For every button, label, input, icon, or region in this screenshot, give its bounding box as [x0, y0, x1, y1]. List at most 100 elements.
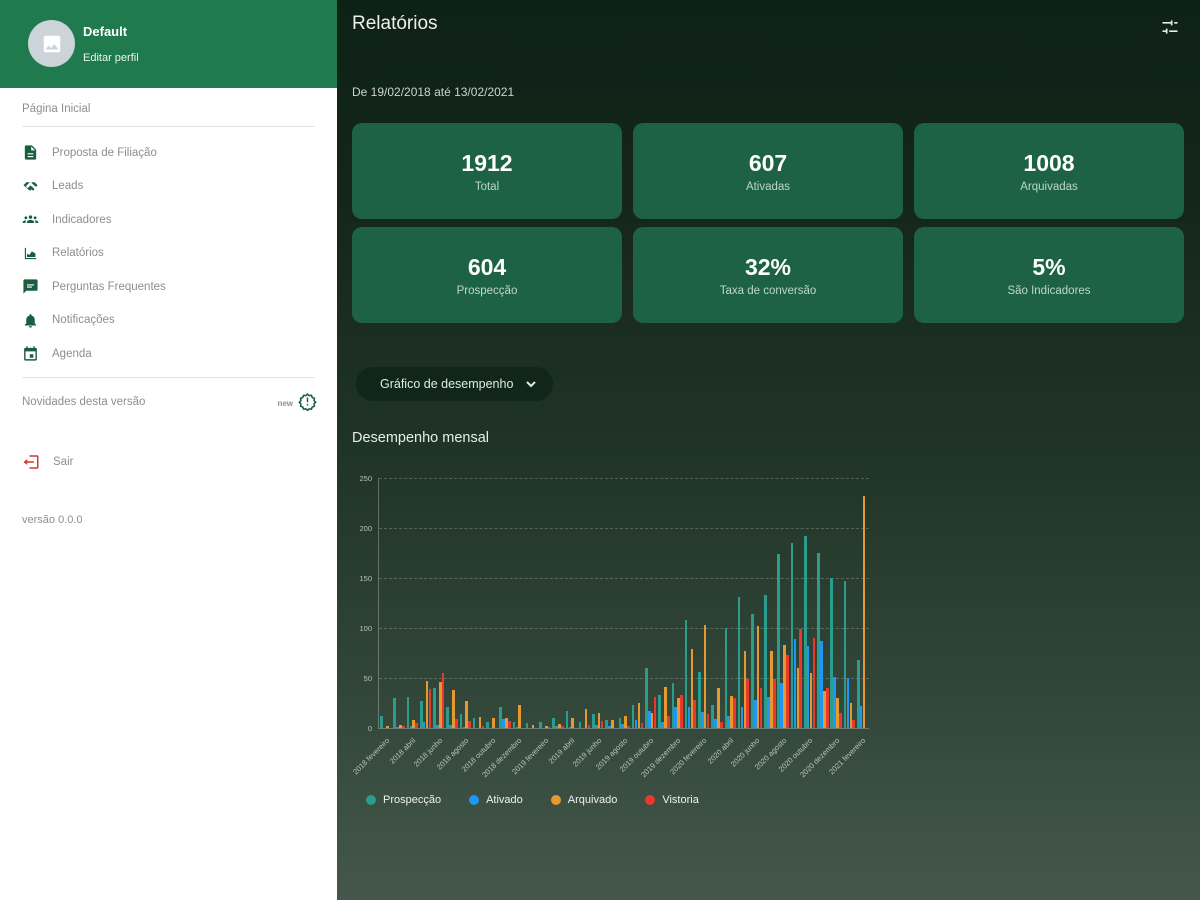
news-label: Novidades desta versão — [22, 396, 146, 408]
bar — [468, 721, 471, 728]
sidebar-item-label: Relatórios — [52, 247, 104, 260]
chart-legend: Prospecção Ativado Arquivado Vistoria — [366, 794, 699, 806]
bar — [733, 698, 736, 728]
bar — [703, 625, 707, 728]
stat-label: Taxa de conversão — [719, 284, 817, 297]
bar — [852, 720, 855, 728]
legend-item: Arquivado — [550, 794, 617, 806]
bar — [518, 705, 522, 728]
news-row: Novidades desta versão new — [0, 390, 337, 416]
bar-chart-icon — [24, 247, 37, 259]
bar — [812, 638, 816, 728]
bar — [862, 496, 866, 728]
bar — [611, 720, 614, 728]
sidebar-menu: Proposta de Filiação Leads Indicadores R… — [0, 136, 337, 371]
bar — [627, 726, 630, 728]
sidebar-item-label: Indicadores — [52, 213, 112, 226]
bar — [786, 655, 789, 728]
bar — [565, 711, 569, 728]
bar — [415, 723, 418, 728]
bar — [459, 714, 463, 728]
bar — [486, 722, 489, 728]
bar — [393, 698, 397, 728]
stat-value: 604 — [467, 253, 507, 280]
gridline — [379, 578, 869, 579]
divider — [22, 126, 315, 127]
gridline — [379, 478, 869, 479]
new-releases-icon[interactable] — [298, 392, 317, 412]
legend-label: Prospecção — [383, 794, 442, 806]
bar — [571, 718, 574, 728]
bar — [508, 721, 511, 728]
dropdown-value: Gráfico de desempenho — [380, 377, 514, 391]
stat-label: Ativadas — [745, 180, 791, 193]
bar — [491, 718, 495, 728]
legend-item: Vistoria — [645, 794, 699, 806]
stat-value: 5% — [1032, 253, 1066, 280]
bar — [531, 725, 535, 728]
sidebar-item-relatorios[interactable]: Relatórios — [0, 237, 337, 271]
stat-card-total: 1912 Total — [352, 123, 622, 219]
sidebar-item-proposta[interactable]: Proposta de Filiação — [0, 136, 337, 170]
legend-label: Ativado — [486, 794, 523, 806]
bar — [386, 726, 389, 728]
bar — [600, 721, 604, 728]
bar — [402, 726, 405, 728]
logout-icon — [23, 455, 39, 469]
bar — [380, 716, 383, 728]
avatar[interactable] — [28, 20, 75, 67]
logout-button[interactable]: Sair — [22, 453, 73, 471]
bar — [719, 722, 723, 728]
bar — [640, 723, 644, 728]
chart-title: Desempenho mensal — [352, 430, 490, 446]
sidebar-item-notificacoes[interactable]: Notificações — [0, 304, 337, 338]
y-tick-label: 0 — [367, 724, 372, 733]
sidebar-item-label: Agenda — [52, 347, 92, 360]
stat-value: 32% — [744, 253, 792, 280]
sidebar-item-leads[interactable]: Leads — [0, 170, 337, 204]
gridline — [379, 628, 869, 629]
bar — [539, 722, 542, 728]
stat-value: 1008 — [1023, 149, 1075, 176]
x-tick-label: 2018 fevereiro — [350, 736, 391, 777]
stat-card-ativadas: 607 Ativadas — [633, 123, 903, 219]
sidebar-item-indicadores[interactable]: Indicadores — [0, 203, 337, 237]
profile-name: Default — [83, 24, 128, 39]
sidebar-item-agenda[interactable]: Agenda — [0, 337, 337, 371]
stat-value: 1912 — [461, 149, 513, 176]
bell-icon — [24, 313, 37, 328]
edit-profile-link[interactable]: Editar perfil — [83, 52, 139, 64]
document-icon — [24, 145, 37, 160]
chart-type-dropdown[interactable]: Gráfico de desempenho — [356, 367, 554, 401]
image-icon — [43, 35, 60, 52]
bar — [441, 673, 445, 728]
sidebar-item-perguntas[interactable]: Perguntas Frequentes — [0, 270, 337, 304]
y-tick-label: 200 — [359, 524, 372, 533]
bar — [433, 688, 436, 728]
stat-cards: 1912 Total 607 Ativadas 1008 Arquivadas … — [352, 123, 1184, 323]
gridline — [379, 528, 869, 529]
y-tick-label: 150 — [359, 574, 372, 583]
chat-icon — [23, 279, 38, 294]
legend-label: Vistoria — [662, 794, 699, 806]
people-group-icon — [22, 215, 39, 224]
bar — [746, 679, 750, 728]
sidebar-item-home[interactable]: Página Inicial — [22, 103, 90, 115]
bar — [481, 726, 485, 728]
app-screen: Default Editar perfil Página Inicial Pro… — [0, 0, 1200, 900]
legend-dot — [645, 795, 656, 805]
bar — [680, 695, 683, 728]
stat-card-indicadores: 5% São Indicadores — [914, 227, 1184, 323]
legend-dot — [366, 795, 376, 805]
filter-button[interactable] — [1160, 17, 1180, 37]
chevron-down-icon — [526, 381, 537, 388]
legend-item: Ativado — [469, 794, 523, 806]
bar — [759, 688, 763, 728]
sidebar-item-label: Notificações — [52, 314, 115, 327]
legend-dot — [469, 795, 480, 805]
y-tick-label: 250 — [359, 474, 372, 483]
chart-plot — [378, 478, 869, 729]
y-tick-label: 50 — [363, 674, 372, 683]
bar — [706, 714, 710, 728]
stat-label: São Indicadores — [1007, 284, 1091, 297]
